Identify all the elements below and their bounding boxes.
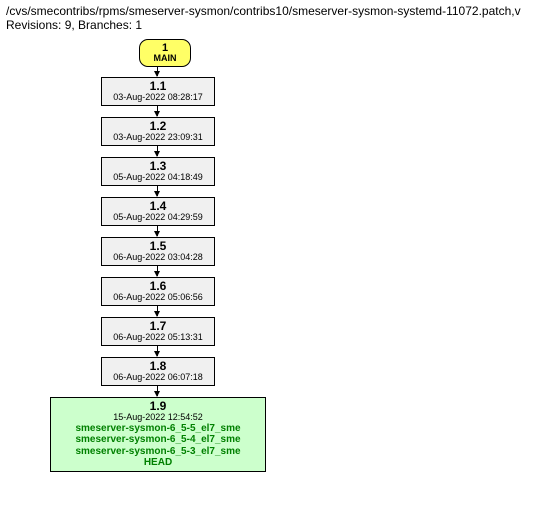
- revision-date: 05-Aug-2022 04:18:49: [106, 173, 210, 183]
- revision-tag: smeserver-sysmon-6_5-4_el7_sme: [55, 434, 261, 446]
- revision-number: 1.9: [55, 400, 261, 413]
- revision-number: 1.8: [106, 360, 210, 373]
- arrow: [157, 306, 158, 316]
- arrow: [157, 106, 158, 116]
- revision-number: 1.3: [106, 160, 210, 173]
- revision-node: 1.7 06-Aug-2022 05:13:31: [101, 317, 215, 346]
- arrow: [157, 186, 158, 196]
- arrow: [157, 66, 158, 76]
- revision-number: 1.7: [106, 320, 210, 333]
- revision-node: 1.6 06-Aug-2022 05:06:56: [101, 277, 215, 306]
- revision-date: 06-Aug-2022 06:07:18: [106, 373, 210, 383]
- revision-tag: smeserver-sysmon-6_5-3_el7_sme: [55, 446, 261, 458]
- arrow: [157, 226, 158, 236]
- revision-date: 03-Aug-2022 23:09:31: [106, 133, 210, 143]
- revision-date: 06-Aug-2022 05:13:31: [106, 333, 210, 343]
- revision-number: 1.4: [106, 200, 210, 213]
- arrow: [157, 346, 158, 356]
- revision-number: 1.6: [106, 280, 210, 293]
- revision-date: 06-Aug-2022 03:04:28: [106, 253, 210, 263]
- revision-number: 1.5: [106, 240, 210, 253]
- revision-node: 1.1 03-Aug-2022 08:28:17: [101, 77, 215, 106]
- arrow: [157, 386, 158, 396]
- arrow: [157, 146, 158, 156]
- revision-tag: HEAD: [55, 457, 261, 469]
- revision-number: 1.1: [106, 80, 210, 93]
- branch-label: MAIN: [146, 54, 184, 64]
- revision-node: 1.8 06-Aug-2022 06:07:18: [101, 357, 215, 386]
- revision-summary: Revisions: 9, Branches: 1: [6, 18, 542, 32]
- revision-date: 15-Aug-2022 12:54:52: [55, 413, 261, 423]
- file-path: /cvs/smecontribs/rpms/smeserver-sysmon/c…: [6, 4, 542, 18]
- arrow: [157, 266, 158, 276]
- revision-node: 1.2 03-Aug-2022 23:09:31: [101, 117, 215, 146]
- revision-node: 1.3 05-Aug-2022 04:18:49: [101, 157, 215, 186]
- revision-node: 1.4 05-Aug-2022 04:29:59: [101, 197, 215, 226]
- branch-main-node: 1 MAIN: [139, 39, 191, 67]
- revision-number: 1.2: [106, 120, 210, 133]
- revision-date: 06-Aug-2022 05:06:56: [106, 293, 210, 303]
- revision-node-tagged: 1.9 15-Aug-2022 12:54:52 smeserver-sysmo…: [50, 397, 266, 472]
- revision-tag: smeserver-sysmon-6_5-5_el7_sme: [55, 423, 261, 435]
- revision-node: 1.5 06-Aug-2022 03:04:28: [101, 237, 215, 266]
- revision-date: 05-Aug-2022 04:29:59: [106, 213, 210, 223]
- revision-date: 03-Aug-2022 08:28:17: [106, 93, 210, 103]
